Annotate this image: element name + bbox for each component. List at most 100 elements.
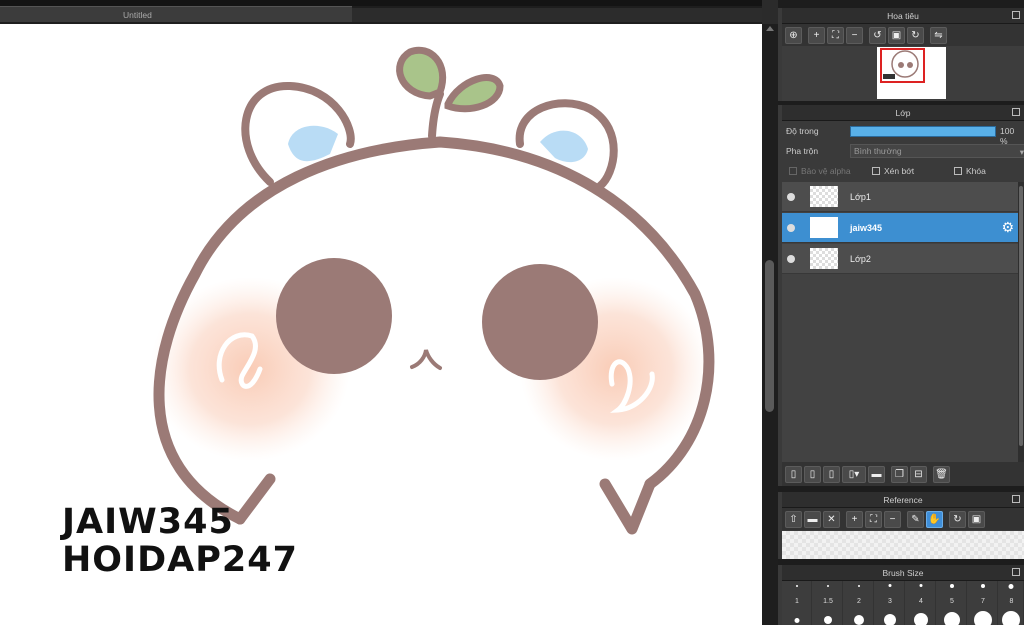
close-icon[interactable]: ✕ <box>823 510 840 528</box>
navigator-title-text: Hoa tiêu <box>887 11 919 21</box>
brush-size-label: 7 <box>981 598 985 605</box>
brush-dot <box>888 584 891 587</box>
app-window: Untitled JAIW345 HOIDAP247 Hoa tiêu ⊕ + … <box>0 0 1024 625</box>
zoom-out-icon[interactable]: − <box>884 510 901 528</box>
duplicate-icon[interactable]: ❐ <box>891 465 908 483</box>
merge-icon[interactable]: ⊟ <box>910 465 927 483</box>
blend-row: Pha trộn Bình thường ▾ <box>782 141 1024 161</box>
ear-left-inner <box>288 125 338 162</box>
zoom-fit-icon[interactable]: ⊕ <box>785 26 802 44</box>
folder-icon[interactable]: ▬ <box>868 465 885 483</box>
brush-dot <box>943 612 960 625</box>
flip-icon[interactable]: ⇋ <box>930 26 947 44</box>
clipping-label: Xén bớt <box>884 166 915 176</box>
navigator-preview-area <box>782 46 1024 101</box>
navigator-view-rect[interactable] <box>880 48 925 83</box>
layer-thumbnail <box>810 217 838 238</box>
blend-label: Pha trộn <box>786 146 819 156</box>
lock-checkbox[interactable]: Khóa <box>954 166 986 176</box>
hand-right <box>599 478 656 535</box>
popout-icon[interactable] <box>1012 495 1020 503</box>
brush-size-label: 4 <box>919 598 923 605</box>
fullscreen-icon[interactable]: ▣ <box>968 510 985 528</box>
scrollbar-thumb[interactable] <box>1019 186 1023 446</box>
eyedropper-icon[interactable]: ✎ <box>907 510 924 528</box>
brush-size-cell[interactable]: 1 <box>782 581 812 625</box>
brush-dot <box>1008 584 1014 589</box>
brush-size-title-text: Brush Size <box>882 568 924 578</box>
new-layer-3-icon[interactable]: ▯ <box>823 465 840 483</box>
visibility-icon[interactable] <box>787 255 795 263</box>
brush-dot <box>883 614 896 625</box>
new-layer-icon[interactable]: ▯ <box>785 465 802 483</box>
fit-icon[interactable]: ⛶ <box>865 510 882 528</box>
reference-image-area[interactable] <box>782 531 1024 559</box>
brush-size-cell[interactable]: 2 <box>844 581 874 625</box>
mouth <box>410 349 442 370</box>
rotate-right-icon[interactable]: ↻ <box>907 26 924 44</box>
layer-list: Lớp1 jaiw345 ⚙ Lớp2 <box>782 182 1024 462</box>
add-layer-dropdown-icon[interactable]: ▯▾ <box>842 465 866 483</box>
checkbox-box <box>789 167 797 175</box>
popout-icon[interactable] <box>1012 11 1020 19</box>
opacity-label: Độ trong <box>786 126 819 136</box>
layer-title-text: Lớp <box>895 108 911 118</box>
brush-size-cell[interactable]: 7 <box>968 581 998 625</box>
brush-size-cell[interactable]: 5 <box>937 581 967 625</box>
navigator-toolbar: ⊕ + ⛶ − ↺ ▣ ↻ ⇋ <box>782 24 1024 46</box>
scrollbar-thumb[interactable] <box>765 260 774 412</box>
new-layer-2-icon[interactable]: ▯ <box>804 465 821 483</box>
brush-size-panel-title: Brush Size <box>782 565 1024 581</box>
hand-left <box>234 473 276 525</box>
upload-icon[interactable]: ⇧ <box>785 510 802 528</box>
brush-size-label: 3 <box>888 598 892 605</box>
brush-size-cell[interactable]: 3 <box>875 581 905 625</box>
brush-dot <box>795 585 798 587</box>
layer-row-lop1[interactable]: Lớp1 <box>782 182 1018 212</box>
brush-dot <box>973 611 992 625</box>
brush-size-label: 1.5 <box>823 598 833 605</box>
opacity-slider[interactable] <box>850 126 996 137</box>
eye-left <box>276 258 392 374</box>
brush-size-label: 5 <box>950 598 954 605</box>
brush-size-cell[interactable]: 1.5 <box>813 581 843 625</box>
leaf-right <box>444 74 504 113</box>
layer-row-jaiw345[interactable]: jaiw345 ⚙ <box>782 213 1018 243</box>
ear-right-inner <box>540 130 588 163</box>
protect-alpha-checkbox[interactable]: Bảo vệ alpha <box>789 166 851 176</box>
visibility-icon[interactable] <box>787 224 795 232</box>
brush-size-cell[interactable]: 8 <box>999 581 1024 625</box>
dock-gap <box>778 0 1024 8</box>
full-view-icon[interactable]: ▣ <box>888 26 905 44</box>
zoom-in-icon[interactable]: + <box>808 26 825 44</box>
popout-icon[interactable] <box>1012 568 1020 576</box>
delete-icon[interactable]: 🗑 <box>933 465 950 483</box>
visibility-icon[interactable] <box>787 193 795 201</box>
brush-dot <box>1002 611 1020 625</box>
rotate-icon[interactable]: ↻ <box>949 510 966 528</box>
layer-name: Lớp2 <box>850 254 871 264</box>
gear-icon[interactable]: ⚙ <box>1001 220 1014 234</box>
fit-window-icon[interactable]: ⛶ <box>827 26 844 44</box>
brush-size-grid: 1 1.5 2 3 4 5 7 8 <box>782 581 1024 625</box>
clipping-checkbox[interactable]: Xén bớt <box>872 166 914 176</box>
zoom-out-icon[interactable]: − <box>846 26 863 44</box>
layer-row-lop2[interactable]: Lớp2 <box>782 244 1018 274</box>
blend-mode-select[interactable]: Bình thường ▾ <box>850 144 1024 158</box>
open-folder-icon[interactable]: ▬ <box>804 510 821 528</box>
layer-options-row: Bảo vệ alpha Xén bớt Khóa <box>782 161 1024 181</box>
navigator-thumbnail[interactable] <box>877 47 946 99</box>
leaf-left <box>396 46 447 100</box>
brush-size-label: 8 <box>1009 598 1014 605</box>
popout-icon[interactable] <box>1012 108 1020 116</box>
document-tab[interactable]: Untitled <box>0 6 352 22</box>
hand-icon[interactable]: ✋ <box>926 510 943 528</box>
drawing-canvas[interactable]: JAIW345 HOIDAP247 <box>0 24 762 625</box>
scroll-up-icon[interactable] <box>766 26 774 31</box>
brush-size-cell[interactable]: 4 <box>906 581 936 625</box>
zoom-in-icon[interactable]: + <box>846 510 863 528</box>
canvas-vertical-scrollbar[interactable] <box>762 24 778 625</box>
lock-label: Khóa <box>966 166 986 176</box>
rotate-left-icon[interactable]: ↺ <box>869 26 886 44</box>
layer-list-scrollbar[interactable] <box>1018 182 1024 462</box>
